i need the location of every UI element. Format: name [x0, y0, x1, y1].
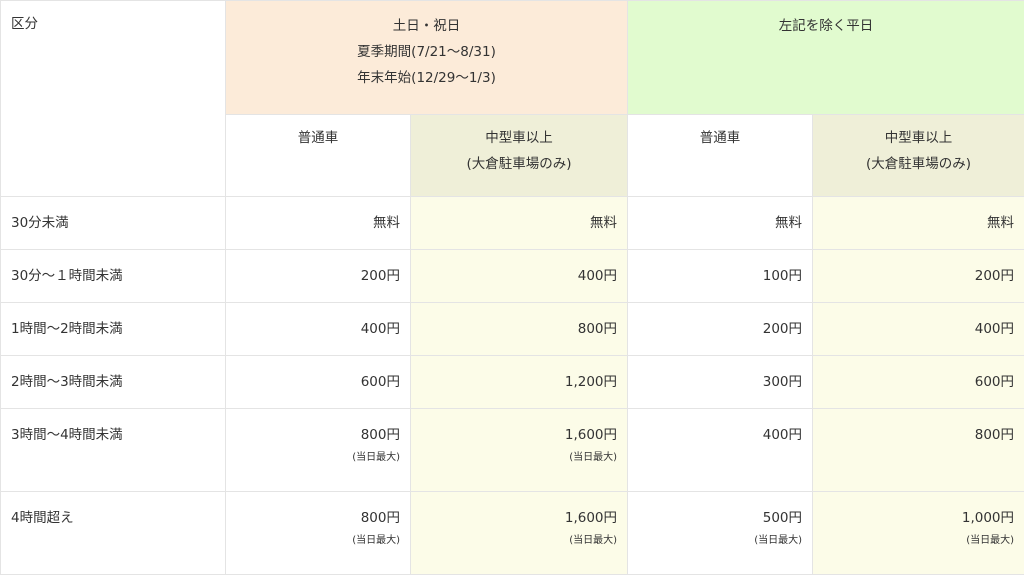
row-label: 1時間～2時間未満 — [0, 302, 226, 356]
weekday-large-header: 中型車以上 (大倉駐車場のみ) — [812, 114, 1024, 197]
weekday-group-header: 左記を除く平日 — [627, 0, 1024, 115]
daily-max-note: (当日最大) — [352, 535, 400, 546]
fee-cell: 500円 (当日最大) — [627, 491, 814, 575]
daily-max-note: (当日最大) — [569, 535, 618, 546]
fee-cell: 600円 — [225, 355, 411, 409]
daily-max-note: (当日最大) — [966, 535, 1015, 546]
row-label: 3時間～4時間未満 — [0, 408, 226, 492]
row-label: 30分未満 — [0, 196, 226, 250]
fee-cell: 1,200円 — [409, 355, 629, 409]
fee-cell: 100円 — [627, 249, 814, 303]
fee-cell: 200円 — [812, 249, 1024, 303]
holiday-large-header: 中型車以上 (大倉駐車場のみ) — [409, 114, 629, 197]
table-row: 30分～１時間未満 200円 400円 100円 200円 — [0, 249, 1024, 303]
fee-cell: 無料 — [812, 196, 1024, 250]
daily-max-note: (当日最大) — [569, 452, 618, 463]
fee-cell: 1,000円 (当日最大) — [812, 491, 1024, 575]
row-label: 2時間～3時間未満 — [0, 355, 226, 409]
fee-cell: 200円 — [627, 302, 814, 356]
table-row: 1時間～2時間未満 400円 800円 200円 400円 — [0, 302, 1024, 356]
fee-cell: 800円 — [409, 302, 629, 356]
daily-max-note: (当日最大) — [352, 452, 400, 463]
fee-cell: 800円 — [812, 408, 1024, 492]
table-row: 2時間～3時間未満 600円 1,200円 300円 600円 — [0, 355, 1024, 409]
holiday-header-line: 土日・祝日 — [392, 18, 461, 34]
weekday-regular-header: 普通車 — [627, 114, 814, 197]
parking-fee-table: 区分 土日・祝日 夏季期間(7/21～8/31) 年末年始(12/29～1/3)… — [0, 0, 1024, 575]
fee-cell: 400円 — [225, 302, 411, 356]
table-row: 4時間超え 800円 (当日最大) 1,600円 (当日最大) 500円 (当日最大)… — [0, 491, 1024, 575]
category-header: 区分 — [0, 0, 226, 197]
fee-cell: 800円 (当日最大) — [225, 408, 411, 492]
fee-cell: 無料 — [409, 196, 629, 250]
fee-cell: 400円 — [409, 249, 629, 303]
fee-cell: 800円 (当日最大) — [225, 491, 411, 575]
fee-cell: 無料 — [627, 196, 814, 250]
fee-cell: 300円 — [627, 355, 814, 409]
fee-cell: 200円 — [225, 249, 411, 303]
holiday-group-header: 土日・祝日 夏季期間(7/21～8/31) 年末年始(12/29～1/3) — [224, 0, 629, 115]
fee-cell: 400円 — [812, 302, 1024, 356]
fee-cell: 1,600円 (当日最大) — [409, 491, 629, 575]
row-label: 4時間超え — [0, 491, 226, 575]
daily-max-note: (当日最大) — [754, 535, 803, 546]
table-row: 30分未満 無料 無料 無料 無料 — [0, 196, 1024, 250]
fee-cell: 1,600円 (当日最大) — [409, 408, 629, 492]
newyear-period-line: 年末年始(12/29～1/3) — [357, 70, 496, 86]
fee-cell: 無料 — [225, 196, 411, 250]
fee-cell: 600円 — [812, 355, 1024, 409]
summer-period-line: 夏季期間(7/21～8/31) — [357, 44, 496, 60]
holiday-regular-header: 普通車 — [225, 114, 411, 197]
row-label: 30分～１時間未満 — [0, 249, 226, 303]
table-row: 3時間～4時間未満 800円 (当日最大) 1,600円 (当日最大) 400円 8… — [0, 408, 1024, 492]
fee-cell: 400円 — [627, 408, 814, 492]
